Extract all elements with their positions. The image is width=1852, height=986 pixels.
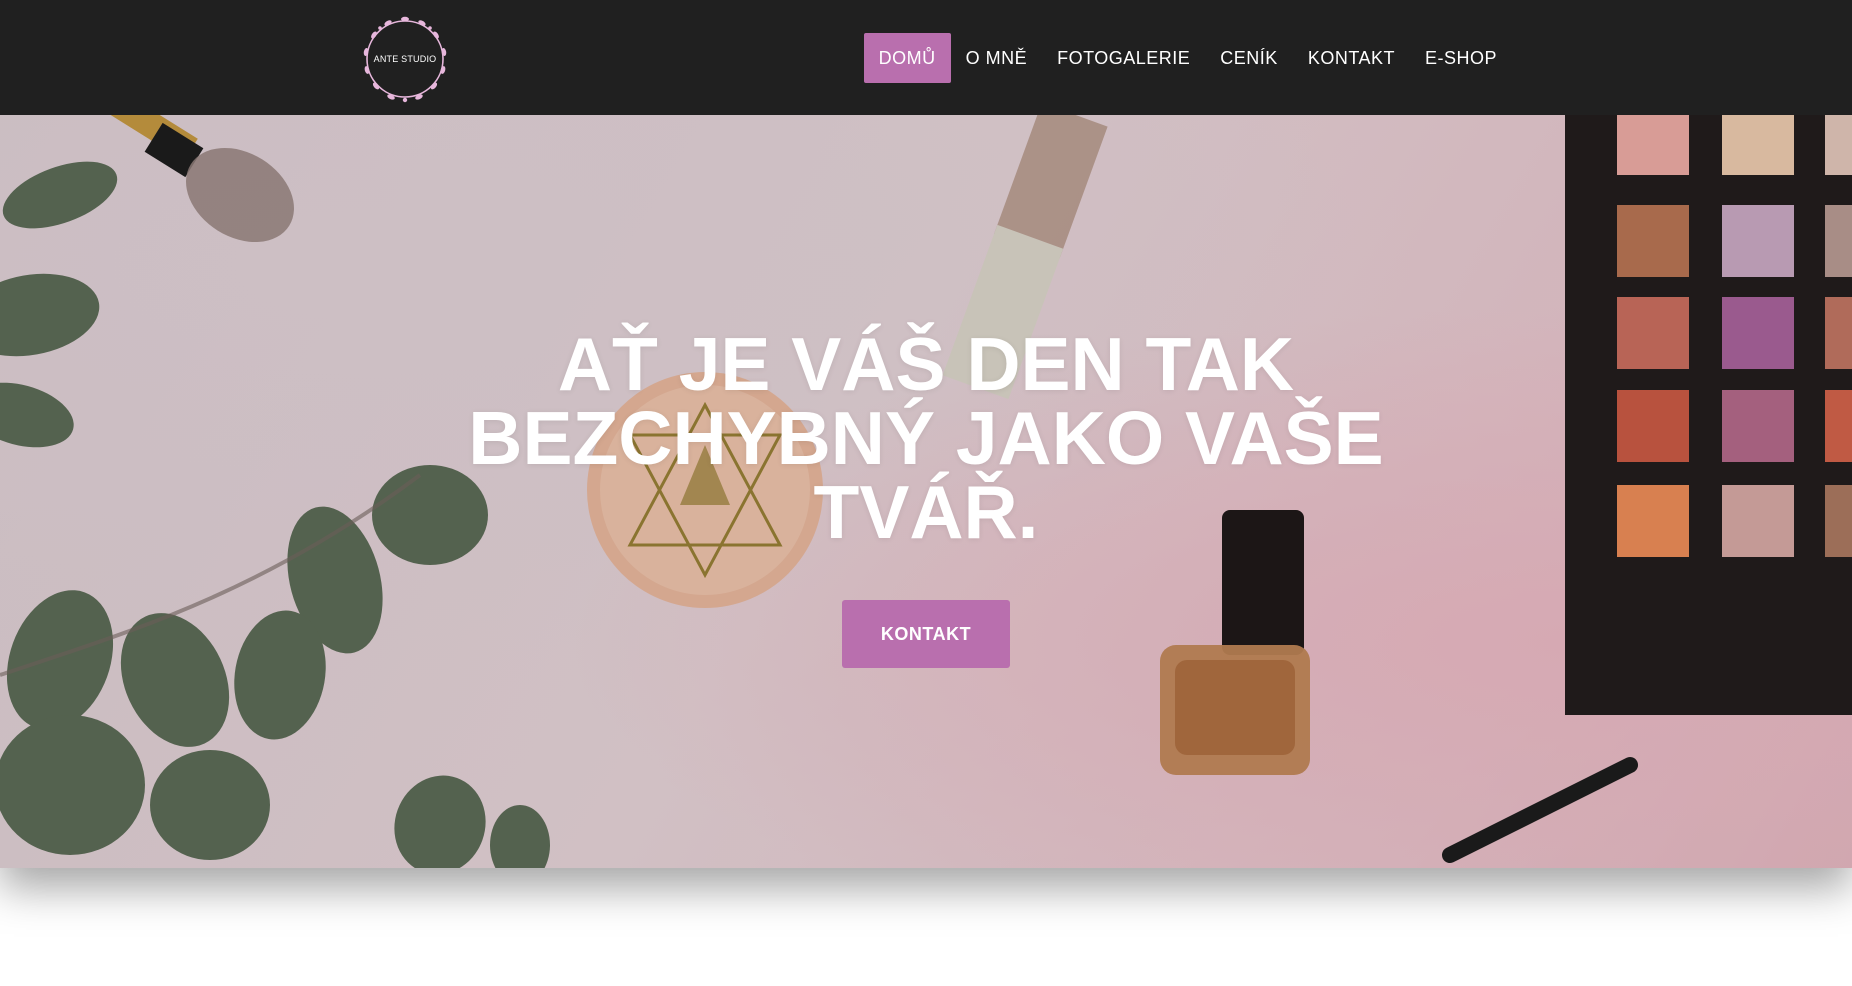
nav-item-o-mne[interactable]: O MNĚ	[951, 33, 1043, 83]
nav-item-e-shop[interactable]: E-SHOP	[1410, 33, 1512, 83]
site-header: ANTE STUDIO DOMŮ O MNĚ FOTOGALERIE CENÍK…	[0, 0, 1852, 115]
hero-section: AŤ JE VÁŠ DEN TAK BEZCHYBNÝ JAKO VAŠE TV…	[0, 115, 1852, 868]
hero-title: AŤ JE VÁŠ DEN TAK BEZCHYBNÝ JAKO VAŠE TV…	[468, 322, 1384, 554]
main-navigation: DOMŮ O MNĚ FOTOGALERIE CENÍK KONTAKT E-S…	[863, 33, 1512, 83]
nav-item-kontakt[interactable]: KONTAKT	[1293, 33, 1410, 83]
nav-item-domu[interactable]: DOMŮ	[863, 33, 951, 83]
contact-button[interactable]: KONTAKT	[842, 600, 1010, 668]
nav-item-fotogalerie[interactable]: FOTOGALERIE	[1042, 33, 1205, 83]
ante-studio-logo[interactable]: ANTE STUDIO	[358, 12, 452, 106]
logo-text: ANTE STUDIO	[373, 54, 437, 64]
nav-item-cenik[interactable]: CENÍK	[1205, 33, 1293, 83]
